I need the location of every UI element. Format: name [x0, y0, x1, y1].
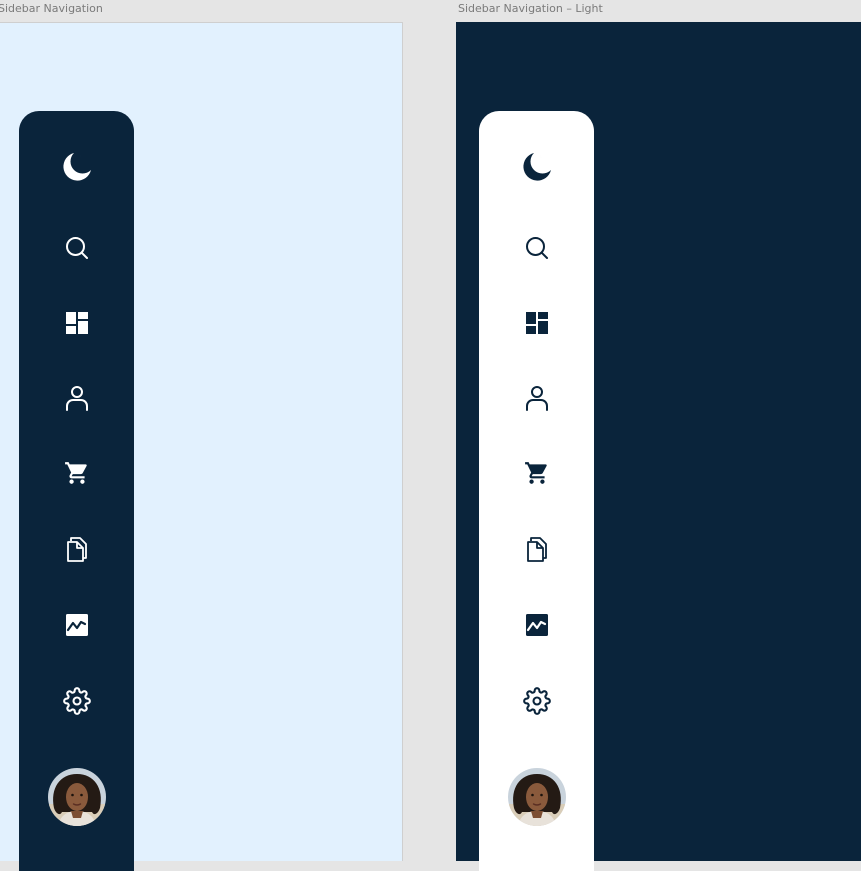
theme-moon-icon[interactable]	[59, 149, 95, 185]
profile-avatar[interactable]	[47, 768, 106, 826]
artboard-light	[456, 22, 861, 871]
sidebar-dark	[19, 111, 134, 871]
theme-moon-icon[interactable]	[519, 149, 555, 185]
analytics-icon[interactable]	[59, 607, 95, 643]
user-icon[interactable]	[519, 380, 555, 416]
cart-icon[interactable]	[59, 455, 95, 491]
settings-gear-icon[interactable]	[59, 683, 95, 719]
dashboard-icon[interactable]	[59, 305, 95, 341]
documents-icon[interactable]	[519, 531, 555, 567]
frame-label-dark: Sidebar Navigation	[0, 2, 103, 15]
search-icon[interactable]	[519, 230, 555, 266]
artboard-dark	[0, 22, 403, 871]
settings-gear-icon[interactable]	[519, 683, 555, 719]
documents-icon[interactable]	[59, 531, 95, 567]
analytics-icon[interactable]	[519, 607, 555, 643]
user-icon[interactable]	[59, 380, 95, 416]
profile-avatar[interactable]	[507, 768, 566, 826]
frame-label-light: Sidebar Navigation – Light	[458, 2, 603, 15]
sidebar-light	[479, 111, 594, 871]
search-icon[interactable]	[59, 230, 95, 266]
dashboard-icon[interactable]	[519, 305, 555, 341]
cart-icon[interactable]	[519, 455, 555, 491]
